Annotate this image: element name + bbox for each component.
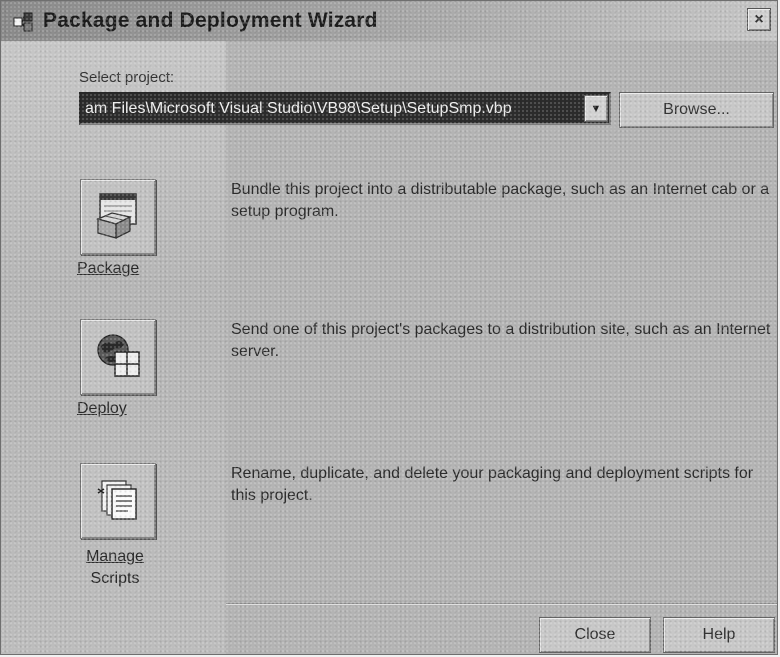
- package-deployment-wizard-window: Package and Deployment Wizard × Select p…: [0, 0, 778, 655]
- close-icon: ×: [754, 10, 764, 28]
- package-icon: [92, 189, 144, 246]
- deploy-label: Deploy: [77, 400, 127, 417]
- deploy-description: Send one of this project's packages to a…: [231, 321, 771, 360]
- package-button[interactable]: [80, 179, 156, 255]
- package-label: Package: [77, 260, 140, 277]
- close-window-button[interactable]: ×: [747, 8, 771, 31]
- wizard-app-icon: [11, 8, 37, 34]
- chevron-down-icon: ▼: [590, 102, 602, 115]
- manage-scripts-label: Manage Scripts: [86, 548, 144, 587]
- package-description: Bundle this project into a distributable…: [231, 181, 770, 220]
- deploy-globe-icon: [91, 328, 145, 387]
- select-project-label: Select project:: [79, 69, 175, 86]
- manage-scripts-icon: [92, 473, 144, 530]
- footer-separator: [226, 603, 777, 605]
- project-path-value: am Files\Microsoft Visual Studio\VB98\Se…: [85, 99, 512, 117]
- close-button[interactable]: Close: [539, 617, 651, 653]
- window-title: Package and Deployment Wizard: [43, 9, 378, 32]
- manage-scripts-button[interactable]: [80, 463, 156, 539]
- project-select-combobox[interactable]: am Files\Microsoft Visual Studio\VB98\Se…: [79, 92, 611, 125]
- help-button-label: Help: [702, 626, 736, 643]
- browse-button[interactable]: Browse...: [619, 92, 774, 128]
- close-button-label: Close: [574, 626, 616, 643]
- project-dropdown-button[interactable]: ▼: [584, 95, 608, 122]
- browse-button-label: Browse...: [663, 101, 730, 118]
- deploy-button[interactable]: [80, 319, 156, 395]
- help-button[interactable]: Help: [663, 617, 775, 653]
- title-bar[interactable]: Package and Deployment Wizard ×: [1, 1, 777, 41]
- manage-scripts-description: Rename, duplicate, and delete your packa…: [231, 465, 754, 504]
